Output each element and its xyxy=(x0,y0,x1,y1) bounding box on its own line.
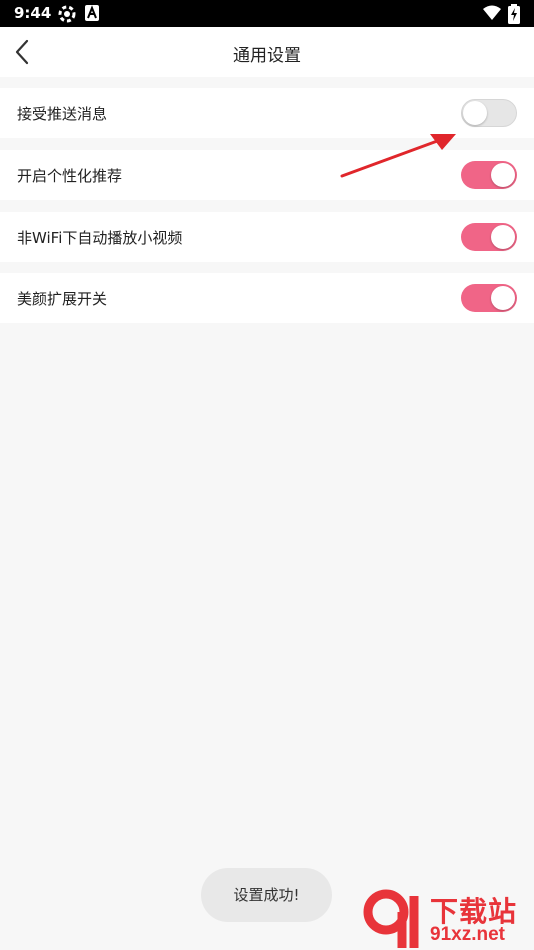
beauty-extension-toggle[interactable] xyxy=(461,284,517,312)
wifi-icon xyxy=(483,5,501,20)
setting-row-autoplay-video: 非WiFi下自动播放小视频 xyxy=(0,212,534,262)
setting-row-beauty-extension: 美颜扩展开关 xyxy=(0,273,534,323)
personalized-recommend-toggle[interactable] xyxy=(461,161,517,189)
setting-label: 接受推送消息 xyxy=(17,105,108,123)
setting-label: 非WiFi下自动播放小视频 xyxy=(17,229,183,247)
toggle-knob xyxy=(491,163,515,187)
header-bar: 通用设置 xyxy=(0,27,534,77)
status-bar: 9:44 xyxy=(0,0,534,27)
page-title: 通用设置 xyxy=(233,46,301,66)
toast-message: 设置成功! xyxy=(201,868,332,922)
autoplay-video-toggle[interactable] xyxy=(461,223,517,251)
status-time: 9:44 xyxy=(14,4,52,22)
battery-charging-icon xyxy=(508,4,520,24)
site-watermark: 下载站 91xz.net xyxy=(362,888,534,950)
accessibility-a-icon xyxy=(85,5,99,21)
toggle-knob xyxy=(491,225,515,249)
push-messages-toggle[interactable] xyxy=(461,99,517,127)
setting-label: 美颜扩展开关 xyxy=(17,290,108,308)
watermark-logo-icon xyxy=(363,889,419,948)
settings-gear-icon xyxy=(58,5,76,23)
toggle-knob xyxy=(491,286,515,310)
red-arrow-annotation xyxy=(340,134,456,178)
setting-label: 开启个性化推荐 xyxy=(17,167,123,185)
watermark-domain: 91xz.net xyxy=(430,924,505,945)
toggle-knob xyxy=(463,101,487,125)
